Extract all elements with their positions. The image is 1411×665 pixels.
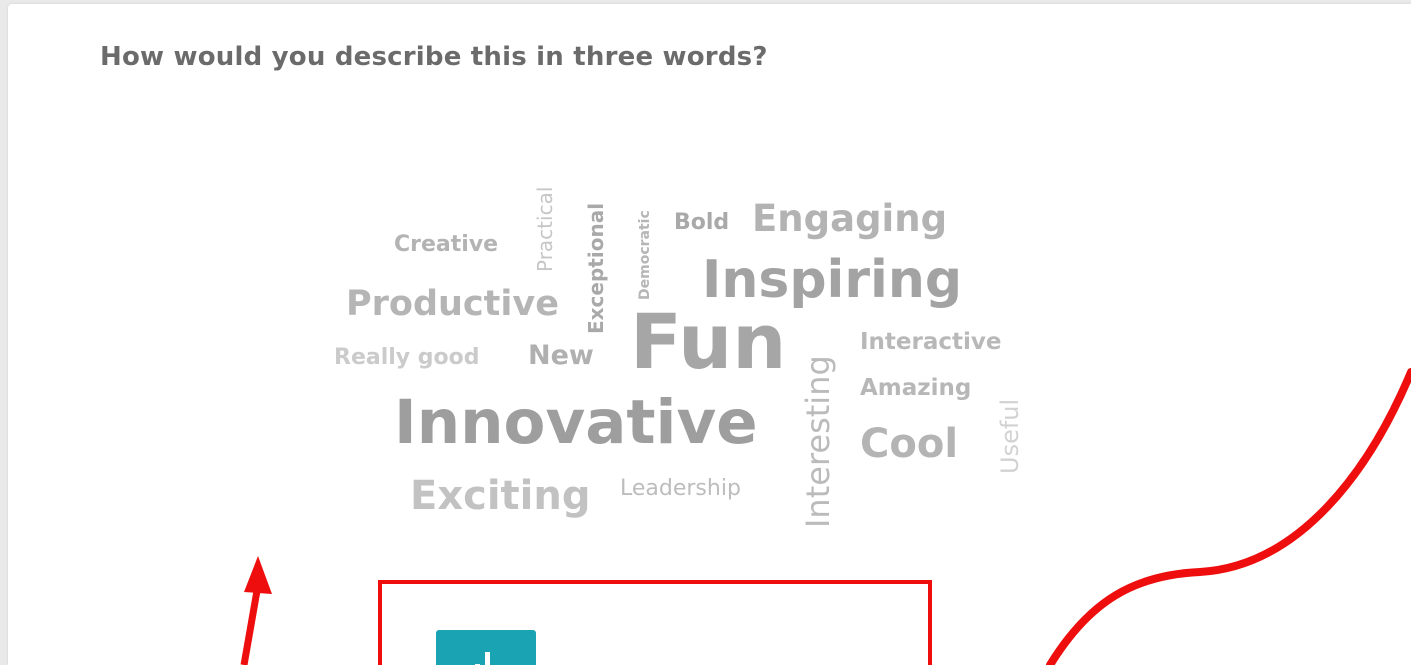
highlight-box bbox=[378, 580, 932, 665]
word-innovative: Innovative bbox=[394, 387, 758, 458]
word-productive: Productive bbox=[346, 284, 559, 324]
word-useful: Useful bbox=[996, 398, 1024, 474]
word-exciting: Exciting bbox=[410, 473, 591, 519]
word-bold: Bold bbox=[674, 210, 730, 235]
word-interactive: Interactive bbox=[860, 329, 1002, 355]
word-creative: Creative bbox=[394, 232, 499, 257]
word-really-good: Really good bbox=[334, 345, 480, 370]
bar-chart-icon bbox=[475, 652, 490, 665]
word-cool: Cool bbox=[860, 421, 959, 467]
word-cloud: Creative Practical Exceptional Democrati… bbox=[8, 4, 1411, 665]
question-card: How would you describe this in three wor… bbox=[8, 4, 1411, 665]
chart-tile[interactable] bbox=[436, 630, 536, 665]
word-practical: Practical bbox=[533, 186, 557, 272]
word-exceptional: Exceptional bbox=[584, 202, 608, 334]
word-engaging: Engaging bbox=[752, 197, 948, 240]
word-new: New bbox=[528, 340, 594, 371]
word-democratic: Democratic bbox=[637, 210, 653, 300]
word-interesting: Interesting bbox=[799, 355, 837, 528]
word-fun: Fun bbox=[630, 297, 787, 386]
word-leadership: Leadership bbox=[620, 476, 741, 501]
word-amazing: Amazing bbox=[860, 375, 972, 401]
